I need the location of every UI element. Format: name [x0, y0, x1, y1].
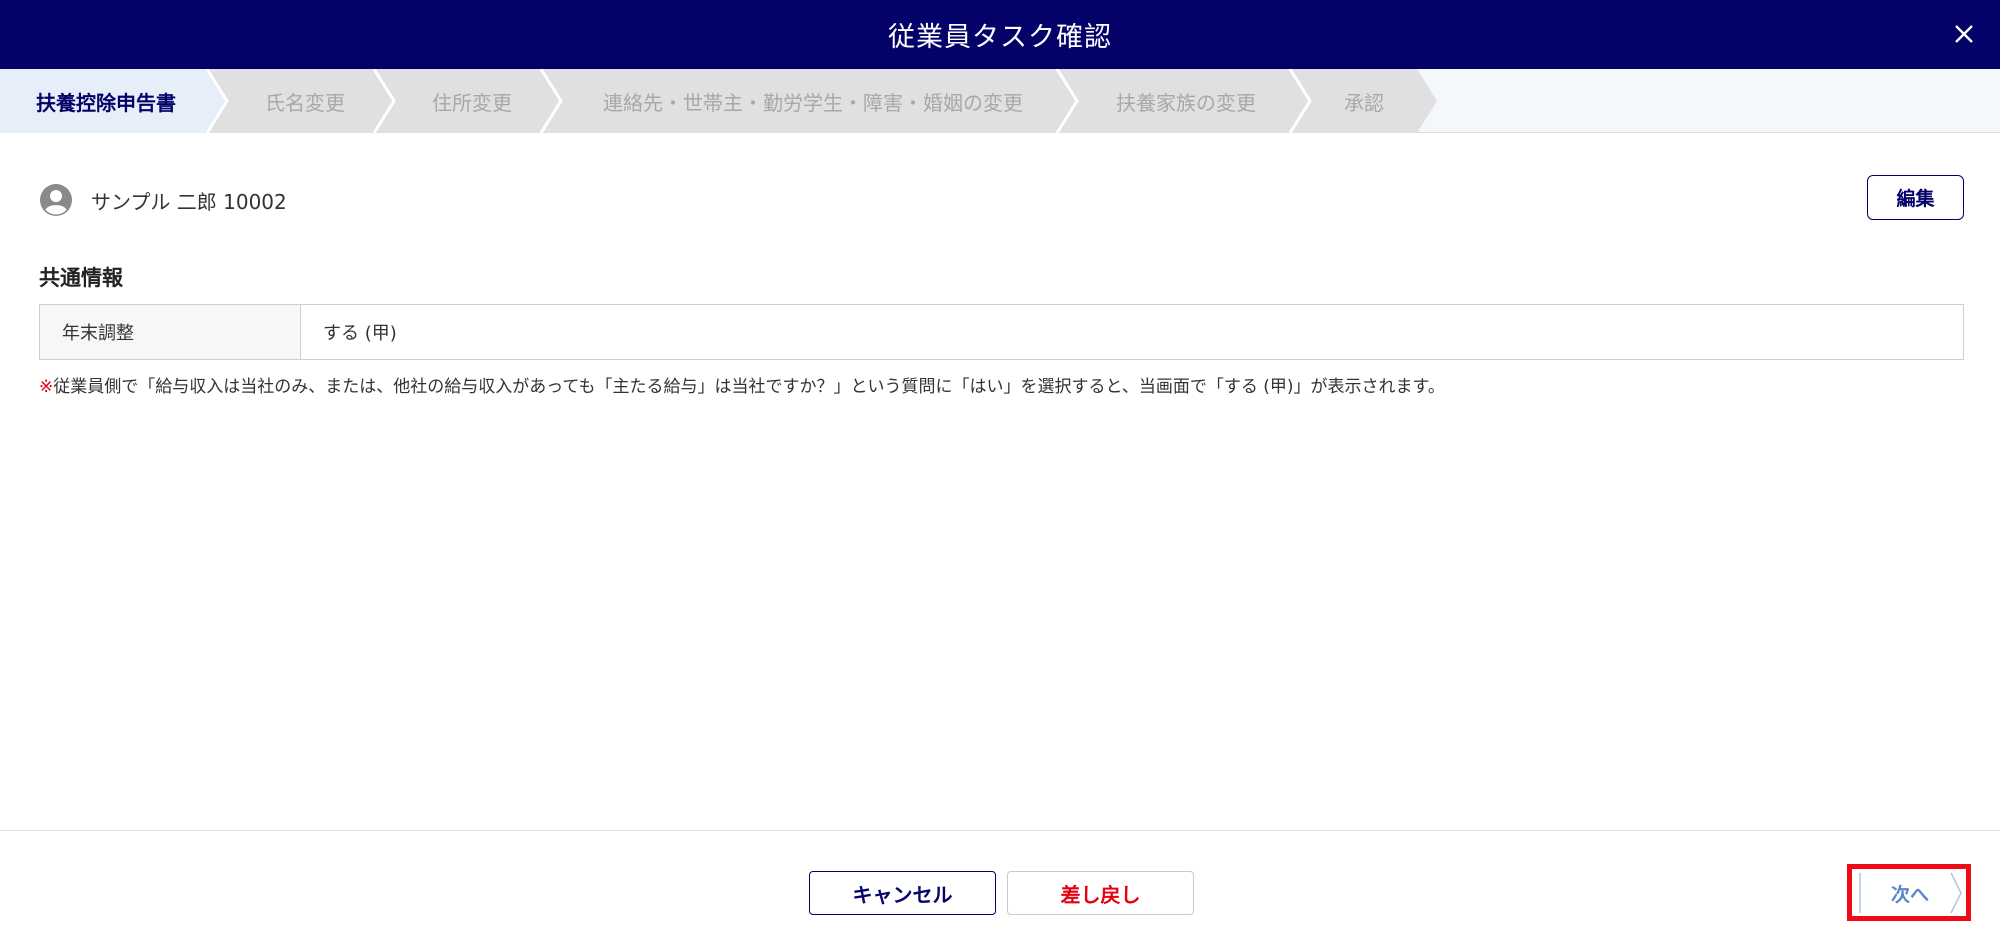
footer-divider	[0, 830, 2000, 831]
step-name-change[interactable]: 氏名変更	[220, 69, 390, 133]
page-title: 従業員タスク確認	[888, 22, 1112, 53]
close-icon	[1955, 25, 1973, 43]
note-mark: ※	[39, 377, 54, 397]
next-button[interactable]: 次へ	[1858, 872, 1962, 914]
step-approval[interactable]: 承認	[1303, 69, 1425, 133]
info-label-year-end-adjustment: 年末調整	[40, 305, 301, 359]
step-contact-change[interactable]: 連絡先・世帯主・勤労学生・障害・婚姻の変更	[554, 69, 1072, 133]
section-title: 共通情報	[39, 266, 123, 290]
step-dependent-deduction[interactable]: 扶養控除申告書	[0, 69, 212, 133]
info-table: 年末調整 する (甲)	[39, 304, 1964, 360]
info-note: ※従業員側で「給与収入は当社のみ、または、他社の給与収入があっても「主たる給与」…	[39, 372, 1445, 397]
step-dependent-family-change[interactable]: 扶養家族の変更	[1070, 69, 1302, 133]
user-avatar-icon	[40, 184, 72, 216]
employee-header: サンプル 二郎 10002	[39, 182, 287, 218]
note-text: 従業員側で「給与収入は当社のみ、または、他社の給与収入があっても「主たる給与」は…	[53, 377, 1445, 397]
info-value-year-end-adjustment: する (甲)	[323, 323, 397, 344]
employee-name: サンプル 二郎 10002	[91, 189, 287, 214]
step-address-change[interactable]: 住所変更	[387, 69, 557, 133]
edit-button[interactable]: 編集	[1867, 175, 1964, 220]
return-button[interactable]: 差し戻し	[1007, 871, 1194, 915]
close-button[interactable]	[1944, 14, 1984, 54]
cancel-button[interactable]: キャンセル	[809, 871, 996, 915]
header-bar: 従業員タスク確認	[0, 0, 2000, 69]
